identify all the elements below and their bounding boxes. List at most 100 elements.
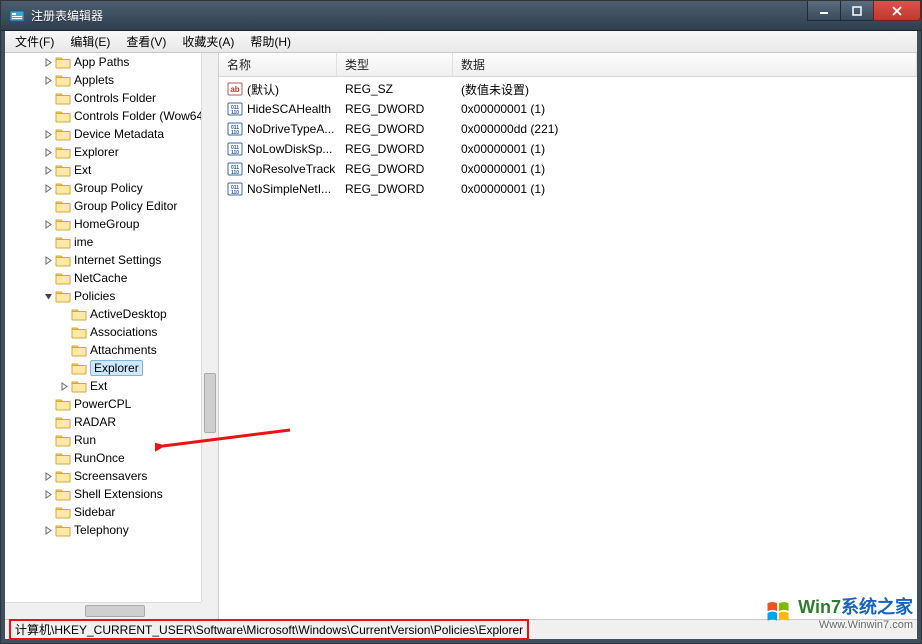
folder-icon bbox=[55, 289, 71, 303]
column-header-type[interactable]: 类型 bbox=[337, 53, 453, 76]
tree-item[interactable]: Sidebar bbox=[5, 503, 218, 521]
tree-item-label: Run bbox=[74, 433, 96, 447]
folder-icon bbox=[55, 127, 71, 141]
tree-item[interactable]: Internet Settings bbox=[5, 251, 218, 269]
maximize-button[interactable] bbox=[840, 1, 874, 21]
regedit-icon bbox=[9, 8, 25, 24]
tree-item[interactable]: Policies bbox=[5, 287, 218, 305]
chevron-right-icon[interactable] bbox=[41, 73, 55, 87]
windows-flag-icon bbox=[764, 598, 792, 626]
column-header-name[interactable]: 名称 bbox=[219, 53, 337, 76]
tree-item[interactable]: Applets bbox=[5, 71, 218, 89]
values-list[interactable]: ab(默认)REG_SZ(数值未设置)011110HideSCAHealthRE… bbox=[219, 77, 917, 619]
expander-none bbox=[41, 235, 55, 249]
chevron-right-icon[interactable] bbox=[41, 487, 55, 501]
folder-icon bbox=[71, 325, 87, 339]
tree-item-label: HomeGroup bbox=[74, 217, 139, 231]
reg-dword-icon: 011110 bbox=[227, 161, 243, 177]
list-row[interactable]: 011110NoResolveTrackREG_DWORD0x00000001 … bbox=[219, 159, 917, 179]
tree-item-label: Ext bbox=[90, 379, 107, 393]
tree-item[interactable]: Attachments bbox=[5, 341, 218, 359]
list-row[interactable]: 011110NoSimpleNetI...REG_DWORD0x00000001… bbox=[219, 179, 917, 199]
tree-item[interactable]: Associations bbox=[5, 323, 218, 341]
list-row[interactable]: ab(默认)REG_SZ(数值未设置) bbox=[219, 79, 917, 99]
tree-item[interactable]: Explorer bbox=[5, 359, 218, 377]
chevron-right-icon[interactable] bbox=[41, 253, 55, 267]
tree-horizontal-scrollbar[interactable] bbox=[5, 602, 201, 619]
tree-item[interactable]: Device Metadata bbox=[5, 125, 218, 143]
chevron-right-icon[interactable] bbox=[41, 145, 55, 159]
folder-icon bbox=[55, 235, 71, 249]
tree-item[interactable]: RunOnce bbox=[5, 449, 218, 467]
tree-item[interactable]: ActiveDesktop bbox=[5, 305, 218, 323]
reg-dword-icon: 011110 bbox=[227, 181, 243, 197]
reg-dword-icon: 011110 bbox=[227, 121, 243, 137]
tree-item[interactable]: App Paths bbox=[5, 53, 218, 71]
tree-item-label: ActiveDesktop bbox=[90, 307, 167, 321]
chevron-right-icon[interactable] bbox=[41, 469, 55, 483]
list-row[interactable]: 011110HideSCAHealthREG_DWORD0x00000001 (… bbox=[219, 99, 917, 119]
svg-text:ab: ab bbox=[230, 85, 239, 94]
folder-icon bbox=[71, 307, 87, 321]
menu-help[interactable]: 帮助(H) bbox=[242, 31, 299, 52]
tree-item[interactable]: Explorer bbox=[5, 143, 218, 161]
chevron-down-icon[interactable] bbox=[41, 289, 55, 303]
tree-item[interactable]: NetCache bbox=[5, 269, 218, 287]
tree-item[interactable]: Run bbox=[5, 431, 218, 449]
chevron-right-icon[interactable] bbox=[41, 55, 55, 69]
folder-icon bbox=[55, 199, 71, 213]
reg-dword-icon: 011110 bbox=[227, 101, 243, 117]
value-type: REG_DWORD bbox=[337, 102, 453, 116]
folder-icon bbox=[55, 217, 71, 231]
tree-item[interactable]: PowerCPL bbox=[5, 395, 218, 413]
tree-item[interactable]: Controls Folder bbox=[5, 89, 218, 107]
menu-edit[interactable]: 编辑(E) bbox=[62, 31, 118, 52]
value-data: (数值未设置) bbox=[453, 81, 917, 98]
folder-icon bbox=[55, 91, 71, 105]
expander-none bbox=[57, 307, 71, 321]
chevron-right-icon[interactable] bbox=[57, 379, 71, 393]
menu-file[interactable]: 文件(F) bbox=[7, 31, 62, 52]
expander-none bbox=[41, 415, 55, 429]
menu-view[interactable]: 查看(V) bbox=[118, 31, 174, 52]
chevron-right-icon[interactable] bbox=[41, 523, 55, 537]
registry-tree-pane: App PathsAppletsControls FolderControls … bbox=[5, 53, 219, 619]
value-name: NoLowDiskSp... bbox=[247, 142, 332, 156]
tree-item[interactable]: HomeGroup bbox=[5, 215, 218, 233]
value-type: REG_DWORD bbox=[337, 122, 453, 136]
tree-vertical-scrollbar[interactable] bbox=[201, 53, 218, 602]
tree-item[interactable]: Shell Extensions bbox=[5, 485, 218, 503]
expander-none bbox=[57, 343, 71, 357]
tree-item[interactable]: Ext bbox=[5, 161, 218, 179]
folder-icon bbox=[71, 361, 87, 375]
chevron-right-icon[interactable] bbox=[41, 181, 55, 195]
tree-item[interactable]: Controls Folder (Wow64) bbox=[5, 107, 218, 125]
chevron-right-icon[interactable] bbox=[41, 163, 55, 177]
tree-item[interactable]: Group Policy Editor bbox=[5, 197, 218, 215]
column-header-data[interactable]: 数据 bbox=[453, 53, 917, 76]
close-button[interactable] bbox=[873, 1, 921, 21]
tree-item-label: Group Policy Editor bbox=[74, 199, 177, 213]
list-row[interactable]: 011110NoLowDiskSp...REG_DWORD0x00000001 … bbox=[219, 139, 917, 159]
tree-item[interactable]: Ext bbox=[5, 377, 218, 395]
tree-item[interactable]: Telephony bbox=[5, 521, 218, 539]
tree-item-label: Ext bbox=[74, 163, 91, 177]
chevron-right-icon[interactable] bbox=[41, 127, 55, 141]
menu-favorites[interactable]: 收藏夹(A) bbox=[174, 31, 242, 52]
watermark-brand2: 系统之家 bbox=[841, 597, 913, 617]
chevron-right-icon[interactable] bbox=[41, 217, 55, 231]
folder-icon bbox=[55, 451, 71, 465]
svg-text:110: 110 bbox=[231, 130, 239, 136]
folder-icon bbox=[55, 109, 71, 123]
list-row[interactable]: 011110NoDriveTypeA...REG_DWORD0x000000dd… bbox=[219, 119, 917, 139]
minimize-button[interactable] bbox=[807, 1, 841, 21]
value-data: 0x00000001 (1) bbox=[453, 182, 917, 196]
expander-none bbox=[41, 109, 55, 123]
tree-item[interactable]: ime bbox=[5, 233, 218, 251]
folder-icon bbox=[55, 523, 71, 537]
tree-item[interactable]: Group Policy bbox=[5, 179, 218, 197]
tree-item[interactable]: Screensavers bbox=[5, 467, 218, 485]
expander-none bbox=[41, 433, 55, 447]
tree-item[interactable]: RADAR bbox=[5, 413, 218, 431]
registry-tree[interactable]: App PathsAppletsControls FolderControls … bbox=[5, 53, 218, 539]
